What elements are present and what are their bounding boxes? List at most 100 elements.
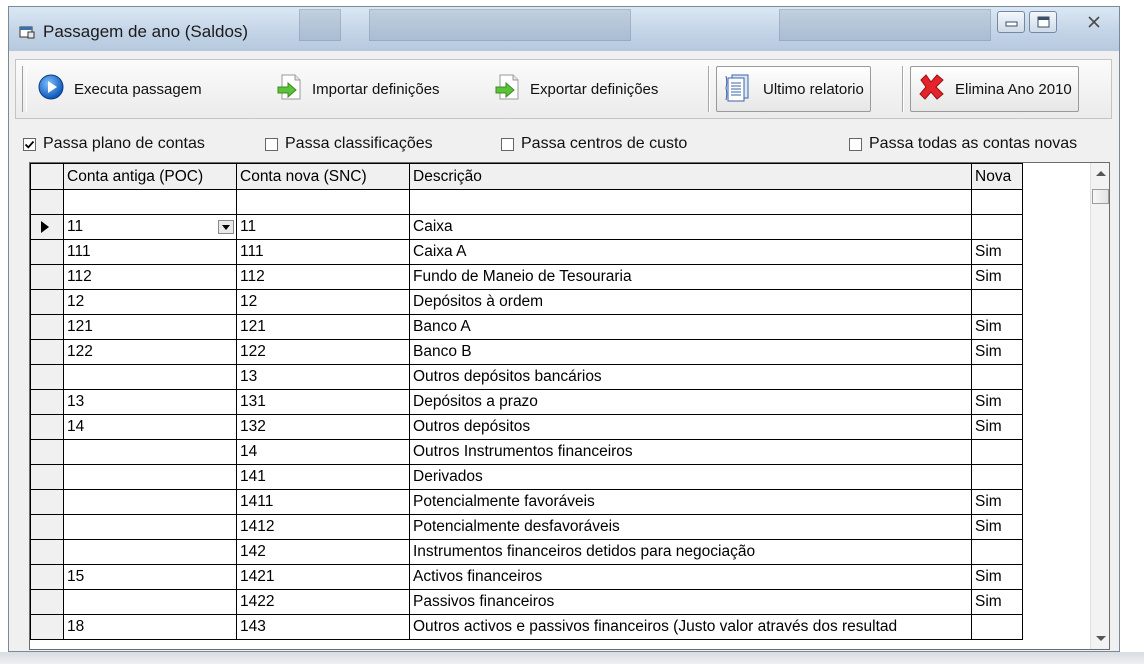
passa-todas-contas-novas-checkbox[interactable]: Passa todas as contas novas (849, 135, 1077, 153)
description-cell[interactable]: Outros depósitos bancários (409, 364, 972, 390)
scroll-thumb[interactable] (1092, 189, 1109, 204)
row-selector[interactable] (30, 564, 64, 590)
row-selector[interactable] (30, 514, 64, 540)
row-selector[interactable] (30, 464, 64, 490)
table-row[interactable]: 18 143 Outros activos e passivos financeir… (30, 614, 1023, 640)
description-cell[interactable]: Outros depósitos (409, 414, 972, 440)
row-selector[interactable] (30, 414, 64, 440)
old-account-cell[interactable]: 121 (63, 314, 237, 340)
table-row[interactable]: 15 1421 Activos financeiros Sim (30, 564, 1023, 590)
nova-cell[interactable] (971, 464, 1023, 490)
new-account-cell[interactable]: 1411 (236, 489, 410, 515)
new-account-cell[interactable]: 1422 (236, 589, 410, 615)
export-definitions-button[interactable]: Exportar definições (488, 66, 664, 112)
row-selector-header[interactable] (30, 163, 64, 190)
old-account-cell[interactable]: 11 (63, 214, 237, 240)
old-account-cell[interactable] (63, 189, 237, 215)
new-account-cell[interactable]: 111 (236, 239, 410, 265)
old-account-cell[interactable] (63, 489, 237, 515)
new-account-cell[interactable]: 11 (236, 214, 410, 240)
nova-cell[interactable] (971, 189, 1023, 215)
description-cell[interactable]: Derivados (409, 464, 972, 490)
column-header-conta-nova[interactable]: Conta nova (SNC) (236, 163, 410, 190)
nova-cell[interactable] (971, 364, 1023, 390)
nova-cell[interactable]: Sim (971, 389, 1023, 415)
table-row[interactable] (30, 189, 1023, 215)
description-cell[interactable]: Fundo de Maneio de Tesouraria (409, 264, 972, 290)
close-button[interactable] (1077, 11, 1111, 33)
new-account-cell[interactable]: 14 (236, 439, 410, 465)
nova-cell[interactable]: Sim (971, 489, 1023, 515)
nova-cell[interactable]: Sim (971, 589, 1023, 615)
old-account-cell[interactable] (63, 539, 237, 565)
column-header-conta-antiga[interactable]: Conta antiga (POC) (63, 163, 237, 190)
table-row[interactable]: 11 11 Caixa (30, 214, 1023, 240)
description-cell[interactable]: Instrumentos financeiros detidos para ne… (409, 539, 972, 565)
last-report-button[interactable]: Ultimo relatorio (716, 66, 871, 112)
nova-cell[interactable]: Sim (971, 414, 1023, 440)
table-row[interactable]: 1411 Potencialmente favoráveis Sim (30, 489, 1023, 515)
new-account-cell[interactable]: 121 (236, 314, 410, 340)
passa-classificacoes-checkbox[interactable]: Passa classificações (265, 135, 433, 153)
table-row[interactable]: 1422 Passivos financeiros Sim (30, 589, 1023, 615)
table-row[interactable]: 112 112 Fundo de Maneio de Tesouraria Sim (30, 264, 1023, 290)
import-definitions-button[interactable]: Importar definições (270, 66, 446, 112)
description-cell[interactable]: Banco A (409, 314, 972, 340)
description-cell[interactable] (409, 189, 972, 215)
passa-plano-contas-checkbox[interactable]: Passa plano de contas (23, 135, 205, 153)
column-header-nova[interactable]: Nova (971, 163, 1023, 190)
vertical-scrollbar[interactable] (1090, 163, 1109, 649)
old-account-cell[interactable]: 122 (63, 339, 237, 365)
dropdown-arrow-icon[interactable] (218, 220, 234, 234)
new-account-cell[interactable]: 131 (236, 389, 410, 415)
nova-cell[interactable]: Sim (971, 514, 1023, 540)
old-account-cell[interactable] (63, 514, 237, 540)
old-account-cell[interactable]: 13 (63, 389, 237, 415)
old-account-cell[interactable] (63, 589, 237, 615)
new-account-cell[interactable]: 112 (236, 264, 410, 290)
nova-cell[interactable] (971, 214, 1023, 240)
old-account-cell[interactable]: 15 (63, 564, 237, 590)
row-selector[interactable] (30, 539, 64, 565)
old-account-cell[interactable]: 14 (63, 414, 237, 440)
row-selector[interactable] (30, 214, 64, 240)
table-row[interactable]: 141 Derivados (30, 464, 1023, 490)
row-selector[interactable] (30, 439, 64, 465)
table-row[interactable]: 13 Outros depósitos bancários (30, 364, 1023, 390)
description-cell[interactable]: Passivos financeiros (409, 589, 972, 615)
passa-centros-custo-checkbox[interactable]: Passa centros de custo (501, 135, 687, 153)
row-selector[interactable] (30, 364, 64, 390)
checkbox-box[interactable] (23, 137, 36, 151)
row-selector[interactable] (30, 489, 64, 515)
old-account-cell[interactable]: 112 (63, 264, 237, 290)
nova-cell[interactable] (971, 539, 1023, 565)
nova-cell[interactable]: Sim (971, 239, 1023, 265)
new-account-cell[interactable]: 12 (236, 289, 410, 315)
checkbox-box[interactable] (849, 137, 862, 151)
table-row[interactable]: 14 Outros Instrumentos financeiros (30, 439, 1023, 465)
new-account-cell[interactable]: 1421 (236, 564, 410, 590)
new-account-cell[interactable]: 1412 (236, 514, 410, 540)
new-account-cell[interactable] (236, 189, 410, 215)
checkbox-box[interactable] (265, 137, 278, 151)
description-cell[interactable]: Outros Instrumentos financeiros (409, 439, 972, 465)
description-cell[interactable]: Depósitos à ordem (409, 289, 972, 315)
nova-cell[interactable]: Sim (971, 339, 1023, 365)
table-row[interactable]: 14 132 Outros depósitos Sim (30, 414, 1023, 440)
description-cell[interactable]: Caixa (409, 214, 972, 240)
delete-year-button[interactable]: Elimina Ano 2010 (910, 66, 1079, 112)
old-account-cell[interactable]: 12 (63, 289, 237, 315)
table-row[interactable]: 122 122 Banco B Sim (30, 339, 1023, 365)
description-cell[interactable]: Potencialmente favoráveis (409, 489, 972, 515)
toolbar-grip[interactable] (22, 66, 27, 112)
new-account-cell[interactable]: 141 (236, 464, 410, 490)
new-account-cell[interactable]: 132 (236, 414, 410, 440)
row-selector[interactable] (30, 314, 64, 340)
description-cell[interactable]: Potencialmente desfavoráveis (409, 514, 972, 540)
new-account-cell[interactable]: 142 (236, 539, 410, 565)
row-selector[interactable] (30, 239, 64, 265)
scroll-down-arrow-icon[interactable] (1096, 636, 1106, 641)
row-selector[interactable] (30, 614, 64, 640)
row-selector[interactable] (30, 339, 64, 365)
row-selector[interactable] (30, 289, 64, 315)
